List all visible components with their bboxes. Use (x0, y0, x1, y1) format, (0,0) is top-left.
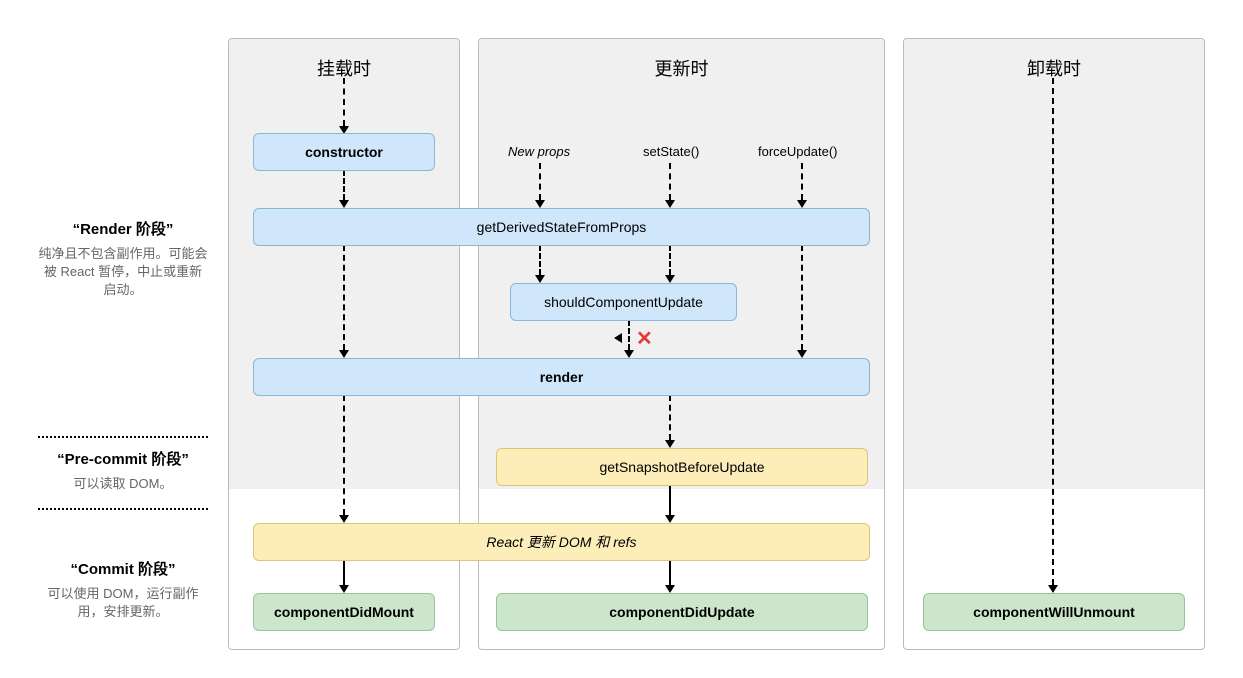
arrow-mount-ctor-gdsfp (343, 170, 345, 200)
column-unmount: 卸载时 (903, 38, 1205, 650)
arrow-mount-updatedom-cdm (343, 560, 345, 585)
phase-commit-desc: 可以使用 DOM，运行副作用，安排更新。 (38, 585, 208, 621)
node-componentdidupdate[interactable]: componentDidUpdate (496, 593, 868, 631)
node-componentwillunmount[interactable]: componentWillUnmount (923, 593, 1185, 631)
node-getsnapshotbeforeupdate[interactable]: getSnapshotBeforeUpdate (496, 448, 868, 486)
phase-commit: “Commit 阶段” 可以使用 DOM，运行副作用，安排更新。 (38, 558, 208, 621)
trigger-newprops: New props (508, 144, 570, 159)
diagram-container: “Render 阶段” 纯净且不包含副作用。可能会被 React 暂停，中止或重… (18, 18, 1225, 660)
trigger-forceupdate: forceUpdate() (758, 144, 837, 159)
node-getderivedstatefromprops[interactable]: getDerivedStateFromProps (253, 208, 870, 246)
arrow-setstate-gdsfp (669, 163, 671, 200)
phase-divider-2 (38, 508, 208, 510)
node-constructor[interactable]: constructor (253, 133, 435, 171)
arrow-gdsfp-render-force (801, 245, 803, 350)
phase-precommit-title: “Pre-commit 阶段” (38, 448, 208, 469)
x-mark-icon: ✕ (636, 326, 653, 351)
phase-precommit: “Pre-commit 阶段” 可以读取 DOM。 (38, 448, 208, 493)
arrow-forceupdate-gdsfp (801, 163, 803, 200)
column-unmount-title: 卸载时 (904, 39, 1204, 81)
arrow-render-gsbu (669, 395, 671, 440)
column-mount-title: 挂载时 (229, 39, 459, 81)
arrow-mount-gdsfp-render (343, 245, 345, 350)
column-update-title: 更新时 (479, 39, 884, 81)
phase-precommit-desc: 可以读取 DOM。 (38, 475, 208, 493)
trigger-setstate: setState() (643, 144, 699, 159)
arrow-newprops-gdsfp (539, 163, 541, 200)
arrow-gdsfp-scu-2 (669, 245, 671, 275)
arrow-unmount (1052, 78, 1054, 585)
node-render[interactable]: render (253, 358, 870, 396)
phase-render: “Render 阶段” 纯净且不包含副作用。可能会被 React 暂停，中止或重… (38, 218, 208, 300)
phase-divider-1 (38, 436, 208, 438)
node-react-updates-dom-refs: React 更新 DOM 和 refs (253, 523, 870, 561)
arrow-gsbu-updatedom (669, 485, 671, 515)
phase-commit-title: “Commit 阶段” (38, 558, 208, 579)
arrow-scu-render (628, 320, 630, 350)
column-unmount-renderphase-bg (904, 39, 1204, 489)
phase-render-desc: 纯净且不包含副作用。可能会被 React 暂停，中止或重新启动。 (38, 245, 208, 300)
arrow-updatedom-cdu (669, 560, 671, 585)
arrow-mount-top (343, 78, 345, 126)
node-shouldcomponentupdate[interactable]: shouldComponentUpdate (510, 283, 737, 321)
phase-render-title: “Render 阶段” (38, 218, 208, 239)
node-componentdidmount[interactable]: componentDidMount (253, 593, 435, 631)
arrow-gdsfp-scu-1 (539, 245, 541, 275)
arrow-mount-render-updatedom (343, 395, 345, 515)
arrow-scu-false (614, 333, 622, 343)
